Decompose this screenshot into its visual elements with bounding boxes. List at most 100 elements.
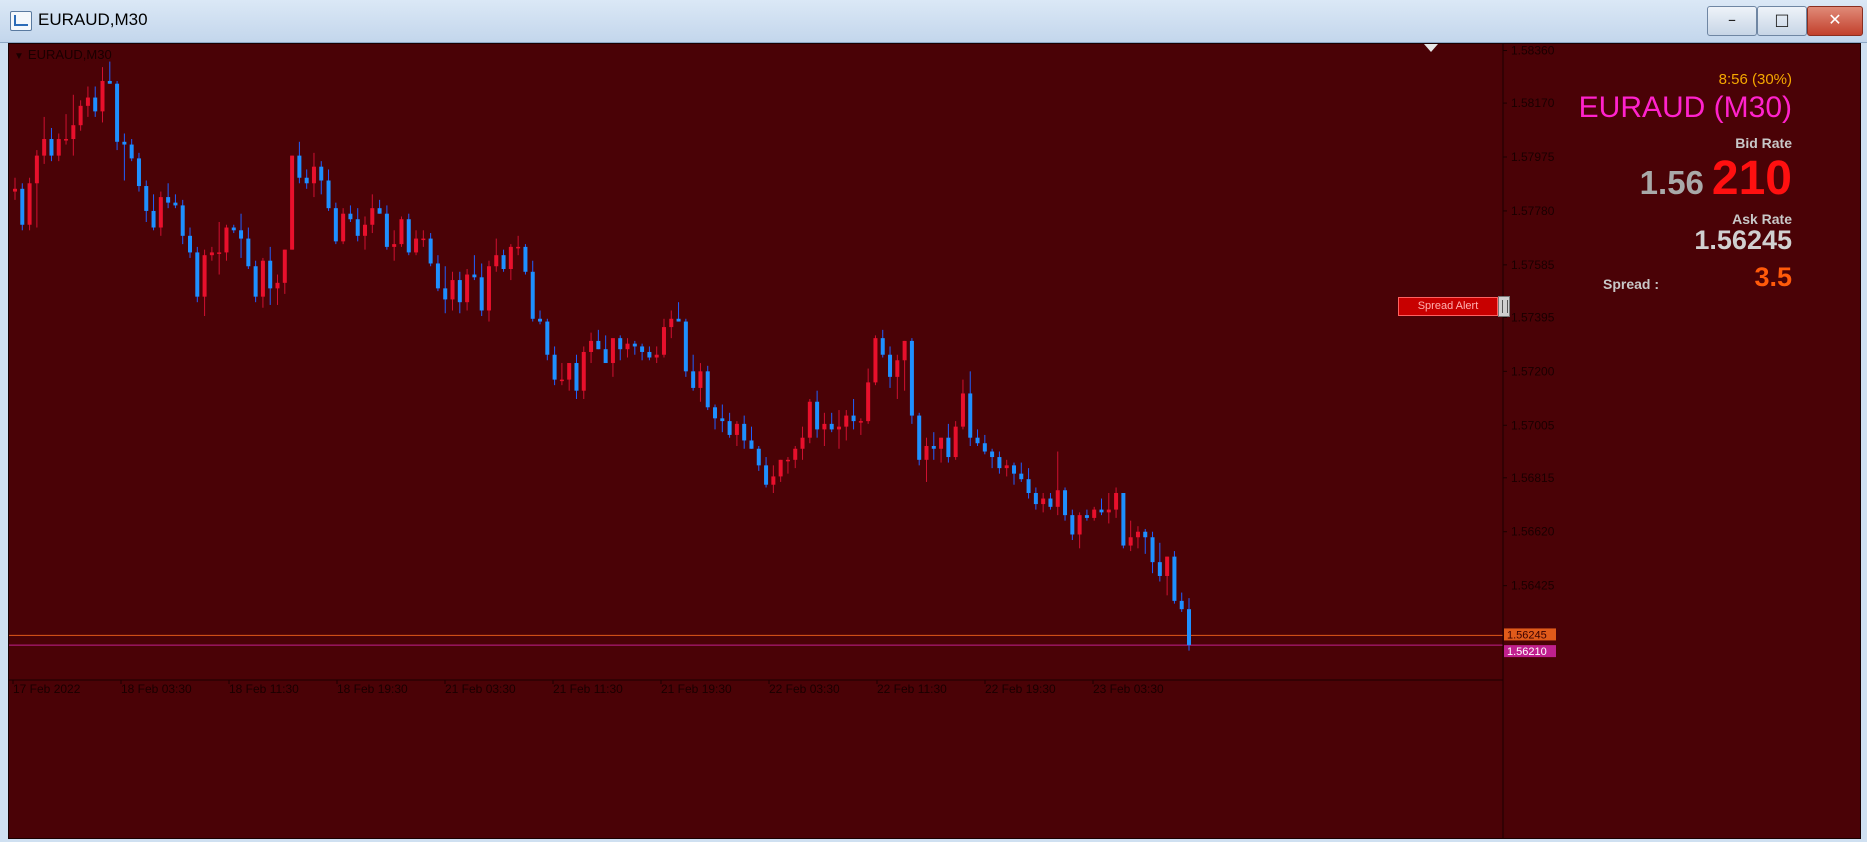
candle-body <box>363 224 368 236</box>
bid-rate-pips: 210 <box>1711 152 1792 205</box>
candle-body <box>873 338 878 383</box>
candle-body <box>100 80 105 112</box>
candle-body <box>1165 556 1170 576</box>
candle-body <box>465 274 470 303</box>
candles <box>13 61 1191 651</box>
candle-body <box>858 421 863 423</box>
candle-body <box>290 155 295 250</box>
candle-body <box>494 255 499 267</box>
candle-body <box>319 166 324 181</box>
candle-body <box>530 271 535 319</box>
candle-body <box>1143 531 1148 538</box>
candle-body <box>224 227 229 253</box>
candle-body <box>800 437 805 449</box>
candle-body <box>27 183 32 225</box>
candle-body <box>217 252 222 254</box>
window-title: EURAUD,M30 <box>38 10 148 29</box>
candle-body <box>93 97 98 112</box>
minimize-button[interactable]: – <box>1707 6 1757 36</box>
candle-body <box>603 349 608 364</box>
candle-body <box>523 246 528 272</box>
candle-body <box>1026 479 1031 494</box>
candle-body <box>538 318 543 322</box>
candle-body <box>640 346 645 352</box>
candle-body <box>742 423 747 441</box>
candle-body <box>13 188 17 192</box>
price-tick-label: 1.57780 <box>1511 204 1555 218</box>
maximize-button[interactable]: □ <box>1757 6 1807 36</box>
candle-body <box>1019 473 1024 480</box>
time-tick-label: 22 Feb 11:30 <box>877 682 947 696</box>
candle-body <box>326 180 331 209</box>
time-tick-label: 21 Feb 11:30 <box>553 682 623 696</box>
candle-body <box>734 423 739 435</box>
candle-body <box>107 80 112 84</box>
candle-body <box>20 188 25 225</box>
spread-alert-handle-icon[interactable] <box>1498 296 1510 317</box>
candle-body <box>953 426 958 458</box>
price-lines: 1.56245 1.56210 <box>9 628 1556 658</box>
candle-body <box>851 415 856 422</box>
candle-body <box>42 139 47 156</box>
collapse-triangle-icon[interactable]: ▼ <box>14 51 24 62</box>
candle-body <box>807 401 812 438</box>
candle-body <box>443 288 448 300</box>
candle-body <box>472 274 477 278</box>
price-tick-label: 1.56620 <box>1511 525 1555 539</box>
candle-body <box>49 139 54 156</box>
candle-body <box>129 144 134 159</box>
candlestick-chart[interactable]: 1.56245 1.56210 1.58360 1.58170 1.57975 1.57… <box>9 44 1860 838</box>
maximize-icon: □ <box>1774 10 1790 29</box>
candle-body <box>348 213 353 220</box>
candle-body <box>282 249 287 283</box>
candle-body <box>589 340 594 352</box>
candle-body <box>486 266 491 311</box>
candle-body <box>56 139 61 156</box>
candle-body <box>880 338 885 355</box>
time-tick-label: 18 Feb 19:30 <box>337 682 408 696</box>
candle-body <box>888 354 893 377</box>
chart-shift-marker-icon[interactable] <box>1424 44 1438 52</box>
candle-body <box>705 371 710 408</box>
candle-body <box>982 443 987 452</box>
candle-body <box>676 318 681 322</box>
spread-label: Spread : <box>1603 276 1660 292</box>
candle-body <box>1150 537 1155 563</box>
candle-body <box>749 440 754 449</box>
candle-body <box>1187 609 1191 646</box>
candle-body <box>960 393 965 427</box>
candle-body <box>691 371 696 388</box>
candle-body <box>355 219 360 236</box>
candle-body <box>581 351 586 391</box>
candle-body <box>501 255 506 270</box>
candle-body <box>377 208 382 214</box>
candle-body <box>1011 465 1016 474</box>
minimize-icon: – <box>1728 10 1736 29</box>
price-tick-label: 1.57200 <box>1511 364 1555 378</box>
chart-symbol-label: ▼ EURAUD,M30 <box>14 47 112 62</box>
price-tick-label: 1.57395 <box>1511 310 1555 324</box>
chart-symbol-text: EURAUD,M30 <box>27 47 112 62</box>
time-tick-label: 17 Feb 2022 <box>13 682 81 696</box>
candle-body <box>1055 490 1060 507</box>
candle-body <box>931 445 936 449</box>
candle-body <box>78 105 83 126</box>
candle-body <box>990 451 995 458</box>
chart-area[interactable]: 1.56245 1.56210 1.58360 1.58170 1.57975 1.57… <box>8 43 1861 839</box>
candle-body <box>669 318 674 328</box>
spread-alert-button[interactable]: Spread Alert <box>1398 297 1498 316</box>
close-button[interactable]: ✕ <box>1807 6 1863 36</box>
candle-body <box>209 252 214 256</box>
candle-body <box>895 360 900 377</box>
candle-body <box>1084 515 1089 518</box>
candle-body <box>311 166 316 184</box>
price-tick-label: 1.57585 <box>1511 258 1555 272</box>
time-tick-label: 22 Feb 19:30 <box>985 682 1056 696</box>
candle-body <box>144 186 149 211</box>
candle-body <box>1004 465 1009 469</box>
candle-body <box>647 351 652 358</box>
candle-body <box>756 448 761 466</box>
candle-body <box>158 197 163 228</box>
candle-body <box>173 202 178 206</box>
candle-body <box>778 459 783 477</box>
